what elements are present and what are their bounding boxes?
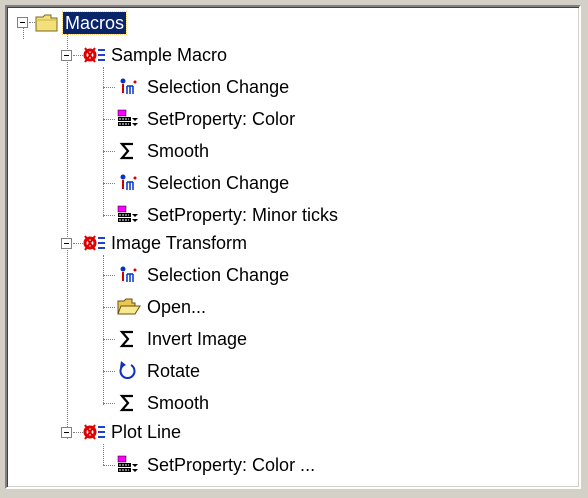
tree-node-step[interactable]: SetProperty: Minor ticks (117, 201, 340, 229)
tree-connector (103, 371, 115, 372)
tree-node-step[interactable]: Rotate (117, 357, 202, 385)
tree-node-step[interactable]: Selection Change (117, 261, 291, 289)
tree-node-label: Rotate (147, 361, 201, 381)
sigma-icon (117, 328, 139, 350)
tree-node-step[interactable]: Selection Change (117, 169, 291, 197)
tree-node-label: SetProperty: Minor ticks (147, 205, 339, 225)
tree-connector (103, 67, 104, 217)
tree-connector (103, 403, 115, 404)
tree-node-label: Selection Change (147, 265, 290, 285)
tree-node-macros[interactable]: Macros (35, 9, 128, 37)
selection-change-icon (117, 76, 139, 98)
tree-node-label: Macros (61, 11, 128, 35)
tree-node-label: Smooth (147, 141, 210, 161)
tree-node-label: Invert Image (147, 329, 248, 349)
tree-node-step[interactable]: SetProperty: Color (117, 105, 297, 133)
tree-node-step[interactable]: Invert Image (117, 325, 249, 353)
tree-node-macro[interactable]: Image Transform (81, 229, 249, 257)
macro-icon (81, 44, 105, 66)
selection-change-icon (117, 264, 139, 286)
tree-connector (103, 275, 115, 276)
tree-connector (103, 215, 115, 216)
tree-node-label: SetProperty: Color ... (147, 455, 316, 475)
tree-node-macro[interactable]: Sample Macro (81, 41, 229, 69)
sigma-icon (117, 140, 139, 162)
set-property-icon (117, 108, 139, 130)
tree-connector (103, 444, 104, 465)
sigma-icon (117, 392, 139, 414)
tree-connector (103, 87, 115, 88)
tree-node-label: Smooth (147, 393, 210, 413)
macro-tree-view[interactable]: Macros Sample Macro Selection Change Set… (5, 5, 581, 489)
macro-icon (81, 421, 105, 443)
collapse-toggle[interactable] (61, 427, 72, 438)
tree-node-label: Plot Line (111, 422, 182, 442)
tree-connector (103, 151, 115, 152)
collapse-toggle[interactable] (17, 17, 28, 28)
tree-connector (103, 339, 115, 340)
macro-icon (81, 232, 105, 254)
tree-connector (103, 183, 115, 184)
macro-window: Macros Sample Macro Selection Change Set… (0, 0, 588, 498)
tree-node-label: Sample Macro (111, 45, 228, 65)
set-property-icon (117, 454, 139, 476)
tree-node-label: SetProperty: Color (147, 109, 296, 129)
tree-node-step[interactable]: Smooth (117, 137, 211, 165)
collapse-toggle[interactable] (61, 50, 72, 61)
set-property-icon (117, 204, 139, 226)
tree-connector (103, 465, 115, 466)
tree-node-step[interactable]: Selection Change (117, 73, 291, 101)
tree-node-label: Selection Change (147, 173, 290, 193)
selection-change-icon (117, 172, 139, 194)
folder-icon (35, 12, 58, 34)
tree-connector (67, 27, 68, 439)
tree-node-label: Image Transform (111, 233, 248, 253)
tree-node-label: Selection Change (147, 77, 290, 97)
tree-connector (23, 27, 24, 39)
rotate-icon (117, 360, 139, 382)
tree-node-step[interactable]: SetProperty: Color ... (117, 451, 317, 479)
tree-node-macro[interactable]: Plot Line (81, 418, 183, 446)
tree-connector (103, 307, 115, 308)
tree-connector (103, 255, 104, 405)
tree-connector (103, 119, 115, 120)
tree-node-step[interactable]: Smooth (117, 389, 211, 417)
collapse-toggle[interactable] (61, 238, 72, 249)
tree-node-label: Open... (147, 297, 207, 317)
tree-node-step[interactable]: Open... (117, 293, 208, 321)
open-folder-icon (117, 296, 141, 318)
